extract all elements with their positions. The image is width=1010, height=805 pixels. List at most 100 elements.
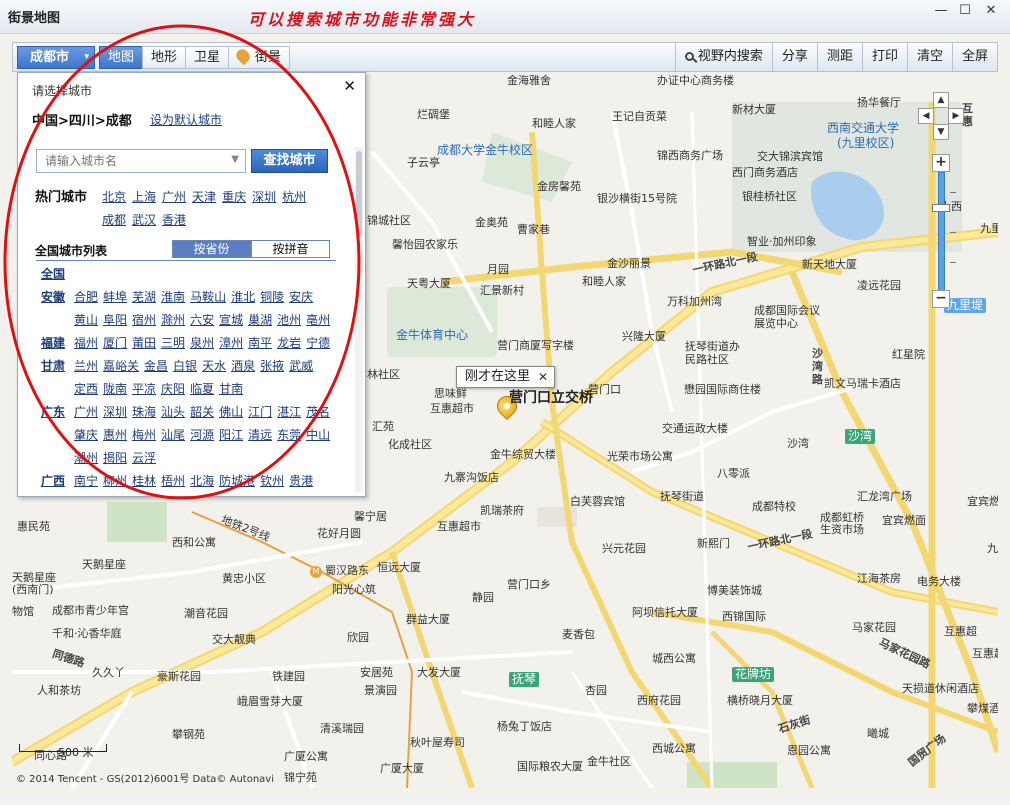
callout-close-icon[interactable]: ✕ [538, 367, 548, 387]
hot-city-link[interactable]: 广州 [162, 186, 186, 209]
close-window-button[interactable]: ✕ [978, 2, 1004, 22]
zoom-in-button[interactable]: + [932, 154, 950, 172]
hot-city-link[interactable]: 北京 [102, 186, 126, 209]
city-link[interactable]: 合肥 [74, 286, 98, 309]
find-city-button[interactable]: 查找城市 [251, 149, 328, 173]
chevron-down-icon[interactable]: ▼ [231, 154, 239, 165]
pan-left-icon[interactable]: ◀ [918, 108, 934, 124]
city-link[interactable]: 防城港 [219, 470, 255, 493]
pan-up-icon[interactable]: ▲ [933, 92, 949, 108]
province-link[interactable]: 全国 [41, 263, 74, 286]
city-link[interactable]: 贵港 [289, 470, 313, 493]
maximize-button[interactable]: ☐ [954, 2, 976, 22]
city-link[interactable]: 定西 [74, 378, 98, 401]
city-link[interactable]: 揭阳 [103, 447, 127, 470]
city-link[interactable]: 阳江 [219, 424, 243, 447]
clear-button[interactable]: 清空 [906, 43, 952, 71]
city-link[interactable]: 南宁 [74, 470, 98, 493]
tab-map[interactable]: 地图 [99, 46, 144, 69]
province-link[interactable]: 广东 [41, 401, 74, 424]
city-link[interactable]: 梧州 [161, 470, 185, 493]
pan-down-icon[interactable]: ▼ [933, 124, 949, 140]
city-link[interactable]: 惠州 [103, 424, 127, 447]
city-link[interactable]: 韶关 [190, 401, 214, 424]
location-callout[interactable]: 刚才在这里 ✕ [456, 366, 556, 388]
city-link[interactable]: 宣城 [219, 309, 243, 332]
city-link[interactable]: 宁德 [306, 332, 330, 355]
city-link[interactable]: 江门 [248, 401, 272, 424]
hot-city-link[interactable]: 武汉 [132, 209, 156, 232]
city-link[interactable]: 平凉 [132, 378, 156, 401]
pan-right-icon[interactable]: ▶ [948, 108, 964, 124]
city-link[interactable]: 梅州 [132, 424, 156, 447]
minimize-button[interactable]: — [930, 2, 952, 22]
city-link[interactable]: 蚌埠 [103, 286, 127, 309]
city-link[interactable]: 白银 [173, 355, 197, 378]
city-link[interactable]: 龙岩 [277, 332, 301, 355]
city-link[interactable]: 潮州 [74, 447, 98, 470]
province-link[interactable]: 甘肃 [41, 355, 74, 378]
city-link[interactable]: 淮北 [231, 286, 255, 309]
tab-by-province[interactable]: 按省份 [172, 240, 251, 258]
city-link[interactable]: 安庆 [289, 286, 313, 309]
city-link[interactable]: 云浮 [132, 447, 156, 470]
city-link[interactable]: 嘉峪关 [103, 355, 139, 378]
city-link[interactable]: 东莞 [277, 424, 301, 447]
city-link[interactable]: 陇南 [103, 378, 127, 401]
panel-scrollbar[interactable] [355, 147, 363, 492]
city-link[interactable]: 茂名 [306, 401, 330, 424]
city-link[interactable]: 莆田 [132, 332, 156, 355]
tab-streetview[interactable]: 街景 [228, 46, 291, 69]
tab-by-pinyin[interactable]: 按拼音 [251, 240, 330, 258]
panel-close-icon[interactable]: ✕ [343, 77, 356, 95]
hot-city-link[interactable]: 上海 [132, 186, 156, 209]
city-link[interactable]: 武威 [289, 355, 313, 378]
city-link[interactable]: 张掖 [260, 355, 284, 378]
province-link[interactable]: 安徽 [41, 286, 74, 309]
city-link[interactable]: 兰州 [74, 355, 98, 378]
city-link[interactable]: 肇庆 [74, 424, 98, 447]
city-link[interactable]: 金昌 [144, 355, 168, 378]
city-link[interactable]: 天水 [202, 355, 226, 378]
hot-city-link[interactable]: 杭州 [282, 186, 306, 209]
city-link[interactable]: 泉州 [190, 332, 214, 355]
city-link[interactable]: 铜陵 [260, 286, 284, 309]
hot-city-link[interactable]: 重庆 [222, 186, 246, 209]
city-link[interactable]: 芜湖 [132, 286, 156, 309]
city-link[interactable]: 北海 [190, 470, 214, 493]
city-link[interactable]: 汕尾 [161, 424, 185, 447]
fullscreen-button[interactable]: 全屏 [951, 43, 997, 71]
scrollbar-thumb[interactable] [356, 151, 362, 237]
city-link[interactable]: 庆阳 [161, 378, 185, 401]
city-link[interactable]: 清远 [248, 424, 272, 447]
zoom-out-button[interactable]: − [932, 290, 950, 308]
city-link[interactable]: 三明 [161, 332, 185, 355]
city-link[interactable]: 巢湖 [248, 309, 272, 332]
tab-terrain[interactable]: 地形 [142, 46, 187, 69]
hot-city-link[interactable]: 深圳 [252, 186, 276, 209]
search-in-view-button[interactable]: 视野内搜索 [674, 43, 772, 71]
city-link[interactable]: 池州 [277, 309, 301, 332]
city-link[interactable]: 河源 [190, 424, 214, 447]
city-link[interactable]: 宿州 [132, 309, 156, 332]
province-link[interactable]: 福建 [41, 332, 74, 355]
city-link[interactable]: 滁州 [161, 309, 185, 332]
city-link[interactable]: 淮南 [161, 286, 185, 309]
city-link[interactable]: 六安 [190, 309, 214, 332]
city-select-button[interactable]: 成都市 ▾ [17, 46, 95, 69]
measure-button[interactable]: 测距 [816, 43, 862, 71]
city-link[interactable]: 汕头 [161, 401, 185, 424]
city-link[interactable]: 深圳 [103, 401, 127, 424]
city-link[interactable]: 马鞍山 [190, 286, 226, 309]
city-link[interactable]: 中山 [306, 424, 330, 447]
hot-city-link[interactable]: 成都 [102, 209, 126, 232]
city-link[interactable]: 黄山 [74, 309, 98, 332]
city-search-input[interactable] [37, 150, 217, 172]
hot-city-link[interactable]: 香港 [162, 209, 186, 232]
city-link[interactable]: 酒泉 [231, 355, 255, 378]
zoom-slider-handle[interactable] [932, 204, 950, 212]
city-link[interactable]: 桂林 [132, 470, 156, 493]
city-link[interactable]: 福州 [74, 332, 98, 355]
hot-city-link[interactable]: 天津 [192, 186, 216, 209]
city-link[interactable]: 厦门 [103, 332, 127, 355]
